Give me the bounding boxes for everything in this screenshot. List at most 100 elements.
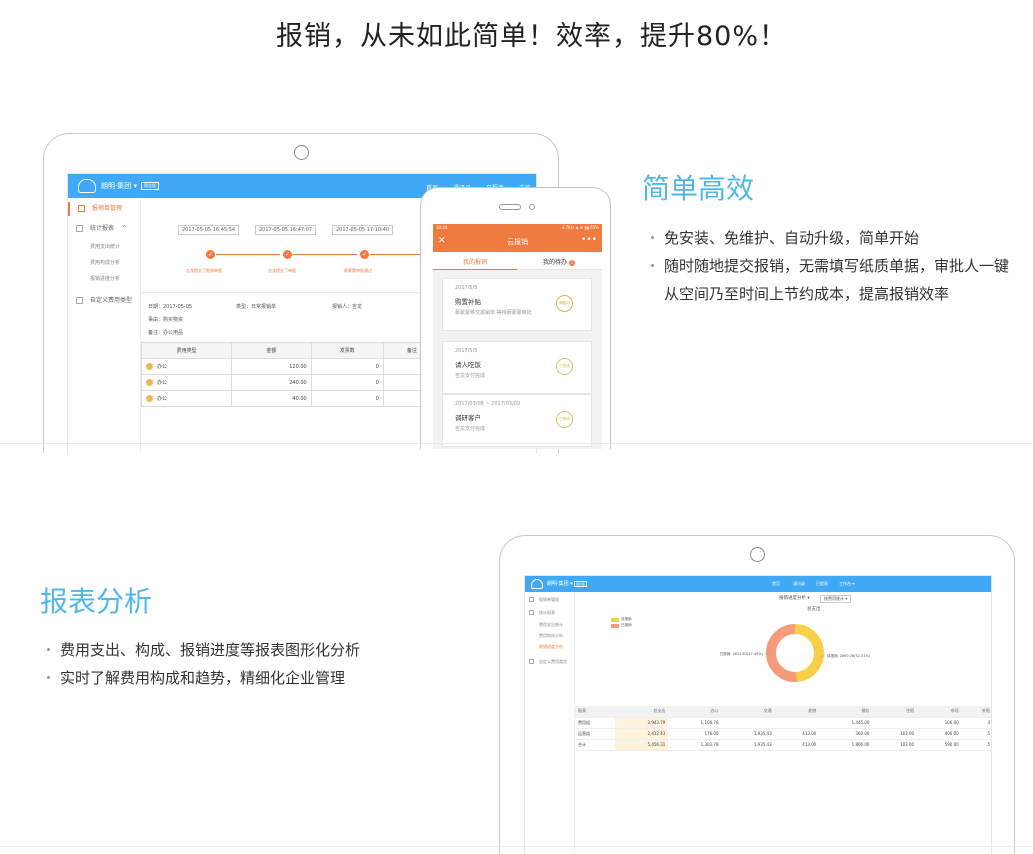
sidebar-item-custom-types[interactable]: 自定义费用类型 bbox=[525, 659, 575, 665]
sidebar-item-expense-composition[interactable]: 费用构成分析 bbox=[68, 256, 141, 270]
app-topbar: 朗明·集团 ▾ 简化版 首页 通讯录 日程表 工作台 ▾ bbox=[525, 576, 991, 592]
sidebar-item-expense-composition[interactable]: 费用构成分析 bbox=[525, 633, 575, 639]
bullet-dot bbox=[651, 264, 654, 267]
tablet-mockup: 朗明·集团 ▾ 简化版 首页 通讯录 日程表 工作台 ▾ 报销单管理 统计报表 … bbox=[499, 535, 1015, 854]
info-person: 报销人：吉龙 bbox=[332, 304, 363, 310]
bullet-dot bbox=[47, 648, 50, 651]
sidebar-item-progress[interactable]: 报销进度分析 bbox=[68, 272, 141, 286]
brand-name[interactable]: 朗明·集团 ▾ bbox=[547, 580, 573, 587]
table-row: 费用组 3,943.79 1,106.78 1,445.00 106.00 4 bbox=[575, 717, 991, 729]
checkbox-icon bbox=[76, 297, 83, 304]
list-item[interactable]: 2017/5/5 请人吃饭 吉龙支付完成 已完成 bbox=[442, 341, 592, 394]
progress-line bbox=[293, 254, 357, 255]
status-time: 10:04 bbox=[436, 225, 448, 230]
table-cell: 406.00 bbox=[917, 728, 962, 740]
nav-workbench[interactable]: 工作台 ▾ bbox=[839, 581, 854, 587]
table-cell: 0 bbox=[310, 358, 384, 375]
column-header: 总支出 bbox=[615, 706, 669, 718]
donut-slice-1[interactable] bbox=[766, 624, 797, 682]
column-header: 住宿 bbox=[872, 706, 918, 718]
feature-bullet: 随时随地提交报销，无需填写纸质单据，审批人一键 bbox=[664, 257, 1010, 275]
table-cell: 办公 bbox=[140, 358, 233, 375]
info-reason: 事由：购买物资 bbox=[148, 317, 184, 323]
table-cell: 1,806.00 bbox=[819, 739, 873, 751]
table-cell: 103.00 bbox=[872, 728, 918, 740]
status-stamp-icon: 已完成 bbox=[556, 358, 573, 375]
section-divider bbox=[0, 443, 1033, 444]
donut-chart: 已报销: 2812.63(47.49%) 待报销: 2860.78(52.51%) bbox=[720, 624, 871, 682]
active-tab-indicator bbox=[433, 269, 517, 270]
phone-speaker bbox=[499, 204, 521, 210]
sidebar-item-reimbursement[interactable]: 报销单管理 bbox=[525, 597, 575, 603]
nav-schedule[interactable]: 日程表 bbox=[816, 581, 828, 587]
chart-icon bbox=[529, 610, 534, 615]
table-cell bbox=[872, 717, 918, 729]
table-header-row: 费用类型 金额 发票数 备注 bbox=[140, 342, 442, 359]
sidebar-item-label: 统计报表 bbox=[90, 225, 115, 232]
chevron-up-icon: ^ bbox=[121, 225, 127, 232]
document-icon bbox=[78, 205, 85, 212]
sidebar-item-expense-stats[interactable]: 费用支出统计 bbox=[68, 240, 141, 254]
more-menu-icon[interactable]: ••• bbox=[581, 235, 597, 245]
sidebar-item-label: 报销单管理 bbox=[539, 597, 559, 602]
report-filter-label[interactable]: 报销进度分析 ▾ bbox=[779, 595, 810, 601]
sidebar-item-label: 统计报表 bbox=[539, 610, 555, 615]
nav-contacts[interactable]: 通讯录 bbox=[793, 581, 805, 587]
column-header: 金额 bbox=[231, 342, 312, 359]
sidebar-item-reimbursement[interactable]: 报销单管理 bbox=[68, 202, 141, 216]
tab-my-todos[interactable]: 我的待办 1 bbox=[517, 257, 601, 266]
section-title-reports: 报表分析 bbox=[40, 585, 153, 618]
check-icon: ✓ bbox=[360, 250, 369, 259]
item-date: 2017/5/5 bbox=[455, 348, 478, 354]
column-header: 发票数 bbox=[310, 342, 384, 359]
document-icon bbox=[529, 597, 534, 602]
status-indicators: 4.7K/s ◈ ⊞ ▮▮ 65% bbox=[561, 225, 599, 230]
app-sidebar: 报销单管理 统计报表 ^ 费用支出统计 费用构成分析 报销进度分析 自定义费用类… bbox=[68, 198, 141, 453]
table-cell: 5 bbox=[961, 728, 991, 740]
checkbox-icon bbox=[529, 659, 534, 664]
status-stamp-icon: 已完成 bbox=[556, 411, 573, 428]
nav-home[interactable]: 首页 bbox=[772, 581, 780, 587]
table-cell: 3,943.79 bbox=[615, 717, 669, 729]
sidebar-item-reports[interactable]: 统计报表 ^ bbox=[68, 222, 141, 236]
bottom-divider bbox=[0, 846, 1033, 847]
table-cell: 1,445.00 bbox=[819, 717, 873, 729]
sidebar-item-expense-stats[interactable]: 费用支出统计 bbox=[525, 622, 575, 628]
legend-swatch bbox=[611, 618, 619, 622]
table-row: 办公 120.00 0 本子 bbox=[140, 358, 442, 375]
tab-my-reimbursements[interactable]: 我的报销 bbox=[433, 257, 517, 266]
sidebar-item-label: 自定义费用类型 bbox=[90, 297, 133, 304]
legend-label: 待报销 bbox=[621, 617, 632, 621]
tablet-camera-icon bbox=[750, 547, 765, 562]
step-label: 蔡蒙蒙审批通过 bbox=[344, 268, 372, 273]
chart-title: 总支出 bbox=[807, 607, 821, 612]
table-cell: 0 bbox=[310, 390, 384, 407]
sidebar-item-reports[interactable]: 统计报表 bbox=[525, 610, 575, 616]
item-name: 请人吃饭 bbox=[455, 361, 481, 369]
donut-slice-0[interactable] bbox=[794, 624, 824, 682]
table-cell: 费用组 bbox=[575, 717, 616, 729]
table-cell: 590.00 bbox=[917, 739, 962, 751]
table-cell: 413.00 bbox=[774, 728, 820, 740]
column-header: 交通 bbox=[721, 706, 775, 718]
table-cell: 413.00 bbox=[774, 739, 820, 751]
table-cell bbox=[774, 717, 820, 729]
report-filter-select[interactable]: 按费用统计 ▾ bbox=[820, 595, 852, 603]
item-name: 购置补贴 bbox=[455, 298, 481, 306]
mobile-title: 云报销 bbox=[507, 238, 528, 246]
info-date: 日期：2017-05-05 bbox=[148, 304, 193, 310]
table-cell: 合计 bbox=[575, 739, 616, 751]
table-cell: 5 bbox=[961, 739, 991, 751]
table-cell: 176.00 bbox=[668, 728, 722, 740]
table-cell: 106.00 bbox=[917, 717, 962, 729]
list-item[interactable]: 2017/03/08 ~ 2017/03/09 调研客户 吉龙支付完成 已完成 bbox=[442, 394, 592, 447]
brand-name[interactable]: 朗明·集团 ▾ bbox=[101, 181, 137, 191]
sidebar-item-custom-types[interactable]: 自定义费用类型 bbox=[68, 294, 141, 308]
sidebar-item-progress[interactable]: 报销进度分析 bbox=[525, 644, 575, 650]
table-cell: 1,935.43 bbox=[721, 728, 775, 740]
table-cell: 1,935.43 bbox=[721, 739, 775, 751]
column-header: 补贴 bbox=[961, 706, 991, 718]
table-cell: 办公 bbox=[140, 374, 233, 391]
column-header: 杂项 bbox=[917, 706, 962, 718]
list-item[interactable]: 2017/5/5 购置补贴 蔡蒙蒙移交报销单 等待蔡蒙蒙审批 审批中 bbox=[442, 278, 592, 331]
